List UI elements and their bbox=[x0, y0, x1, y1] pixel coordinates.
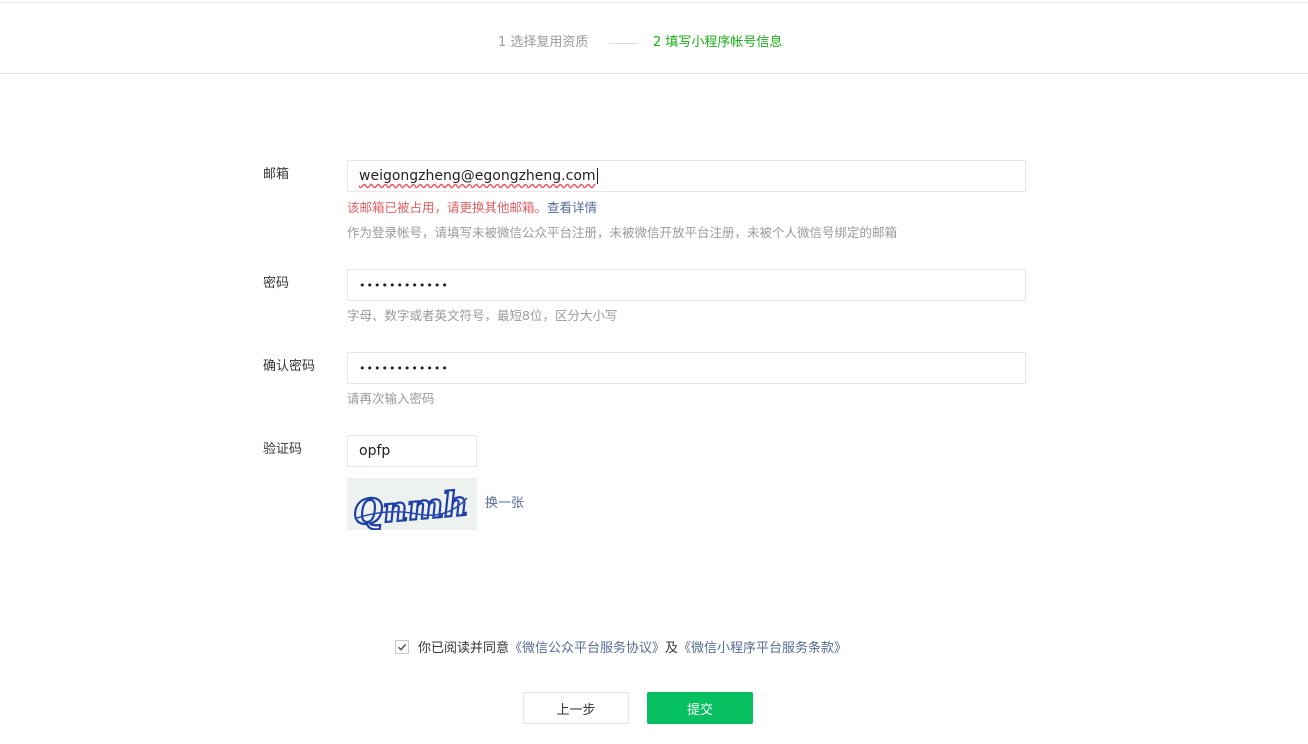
password-value: •••••••••••• bbox=[359, 278, 449, 292]
email-error-message: 该邮箱已被占用，请更换其他邮箱。查看详情 bbox=[347, 200, 597, 216]
step-indicator: 1 选择复用资质 2 填写小程序帐号信息 bbox=[0, 3, 1308, 74]
password-tip: 字母、数字或者英文符号，最短8位，区分大小写 bbox=[347, 308, 618, 323]
password-field[interactable]: •••••••••••• bbox=[347, 269, 1026, 301]
captcha-image[interactable]: Qnmh bbox=[347, 478, 477, 535]
service-agreement-link[interactable]: 《微信公众平台服务协议》 bbox=[509, 637, 665, 656]
confirm-password-field[interactable]: •••••••••••• bbox=[347, 352, 1026, 384]
captcha-label: 验证码 bbox=[263, 442, 303, 457]
password-label: 密码 bbox=[263, 276, 290, 291]
view-details-link[interactable]: 查看详情 bbox=[547, 200, 597, 215]
submit-button[interactable]: 提交 bbox=[647, 692, 753, 724]
email-value: weigongzheng@egongzheng.com bbox=[359, 168, 596, 184]
agreement-checkbox[interactable] bbox=[395, 639, 409, 654]
email-tip: 作为登录帐号，请填写未被微信公众平台注册，未被微信开放平台注册，未被个人微信号绑… bbox=[347, 225, 898, 240]
agreement-prefix: 你已阅读并同意 bbox=[418, 641, 510, 656]
captcha-input[interactable]: opfp bbox=[347, 435, 477, 467]
email-label: 邮箱 bbox=[263, 167, 290, 182]
confirm-password-label: 确认密码 bbox=[263, 359, 316, 374]
previous-step-button[interactable]: 上一步 bbox=[523, 692, 629, 724]
captcha-value: opfp bbox=[359, 443, 391, 459]
confirm-password-value: •••••••••••• bbox=[359, 361, 449, 375]
step-2-label-active: 2 填写小程序帐号信息 bbox=[653, 35, 783, 50]
email-field[interactable]: weigongzheng@egongzheng.com bbox=[347, 160, 1026, 192]
checkmark-icon bbox=[398, 643, 407, 651]
mini-program-terms-link[interactable]: 《微信小程序平台服务条款》 bbox=[678, 637, 847, 656]
captcha-graphic: Qnmh bbox=[350, 483, 470, 535]
text-caret bbox=[596, 168, 598, 184]
confirm-password-tip: 请再次输入密码 bbox=[347, 391, 435, 406]
captcha-text: Qnmh bbox=[352, 484, 470, 530]
refresh-captcha-link[interactable]: 换一张 bbox=[485, 496, 524, 512]
step-1-label: 1 选择复用资质 bbox=[498, 35, 589, 50]
step-connector bbox=[609, 43, 638, 44]
agreement-and: 及 bbox=[665, 641, 679, 656]
email-error-text: 该邮箱已被占用，请更换其他邮箱。 bbox=[347, 200, 548, 215]
agreement-row: 你已阅读并同意 《微信公众平台服务协议》 及 《微信小程序平台服务条款》 bbox=[395, 637, 847, 656]
